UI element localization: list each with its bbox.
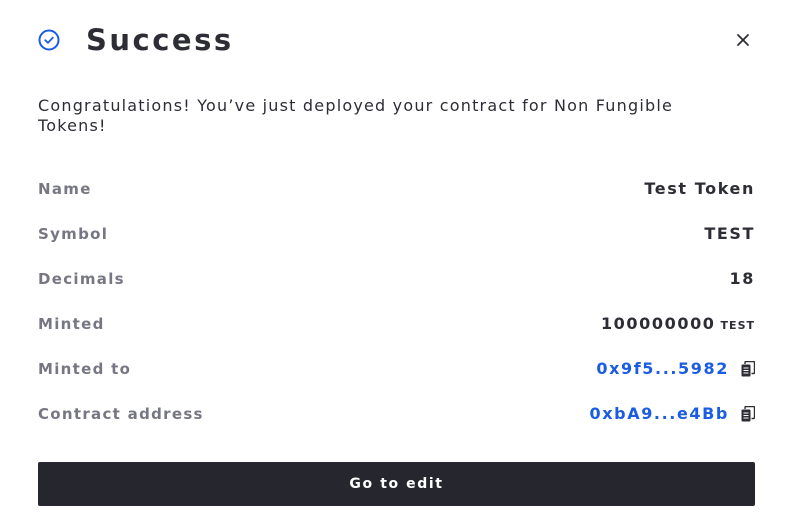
check-circle-icon (38, 29, 60, 51)
minted-value: 100000000 TEST (601, 314, 755, 333)
symbol-value: TEST (704, 224, 755, 243)
name-value: Test Token (644, 179, 755, 198)
symbol-label: Symbol (38, 224, 109, 243)
minted-unit: TEST (720, 319, 755, 332)
detail-row-decimals: Decimals 18 (38, 256, 755, 301)
minted-label: Minted (38, 314, 105, 333)
minted-to-label: Minted to (38, 359, 132, 378)
detail-row-minted-to: Minted to 0x9f5...5982 (38, 346, 755, 391)
detail-row-contract-address: Contract address 0xbA9...e4Bb (38, 391, 755, 436)
name-label: Name (38, 179, 92, 198)
dialog-title: Success (86, 23, 234, 57)
contract-address: 0xbA9...e4Bb (590, 404, 755, 423)
detail-row-name: Name Test Token (38, 166, 755, 211)
minted-to-address-link[interactable]: 0x9f5...5982 (596, 359, 729, 378)
minted-to-address: 0x9f5...5982 (596, 359, 755, 378)
contract-address-label: Contract address (38, 404, 204, 423)
decimals-value: 18 (729, 269, 755, 288)
copy-icon[interactable] (741, 360, 755, 377)
token-details: Name Test Token Symbol TEST Decimals 18 … (38, 166, 755, 436)
dialog-header: Success (38, 20, 755, 60)
detail-row-minted: Minted 100000000 TEST (38, 301, 755, 346)
minted-amount: 100000000 (600, 314, 716, 333)
go-to-edit-button[interactable]: Go to edit (38, 462, 755, 506)
copy-icon[interactable] (741, 405, 755, 422)
close-icon (737, 34, 749, 46)
success-dialog: Success Congratulations! You’ve just dep… (0, 0, 793, 526)
close-button[interactable] (731, 28, 755, 52)
success-message: Congratulations! You’ve just deployed yo… (38, 96, 674, 135)
decimals-label: Decimals (38, 269, 125, 288)
detail-row-symbol: Symbol TEST (38, 211, 755, 256)
contract-address-link[interactable]: 0xbA9...e4Bb (590, 404, 730, 423)
